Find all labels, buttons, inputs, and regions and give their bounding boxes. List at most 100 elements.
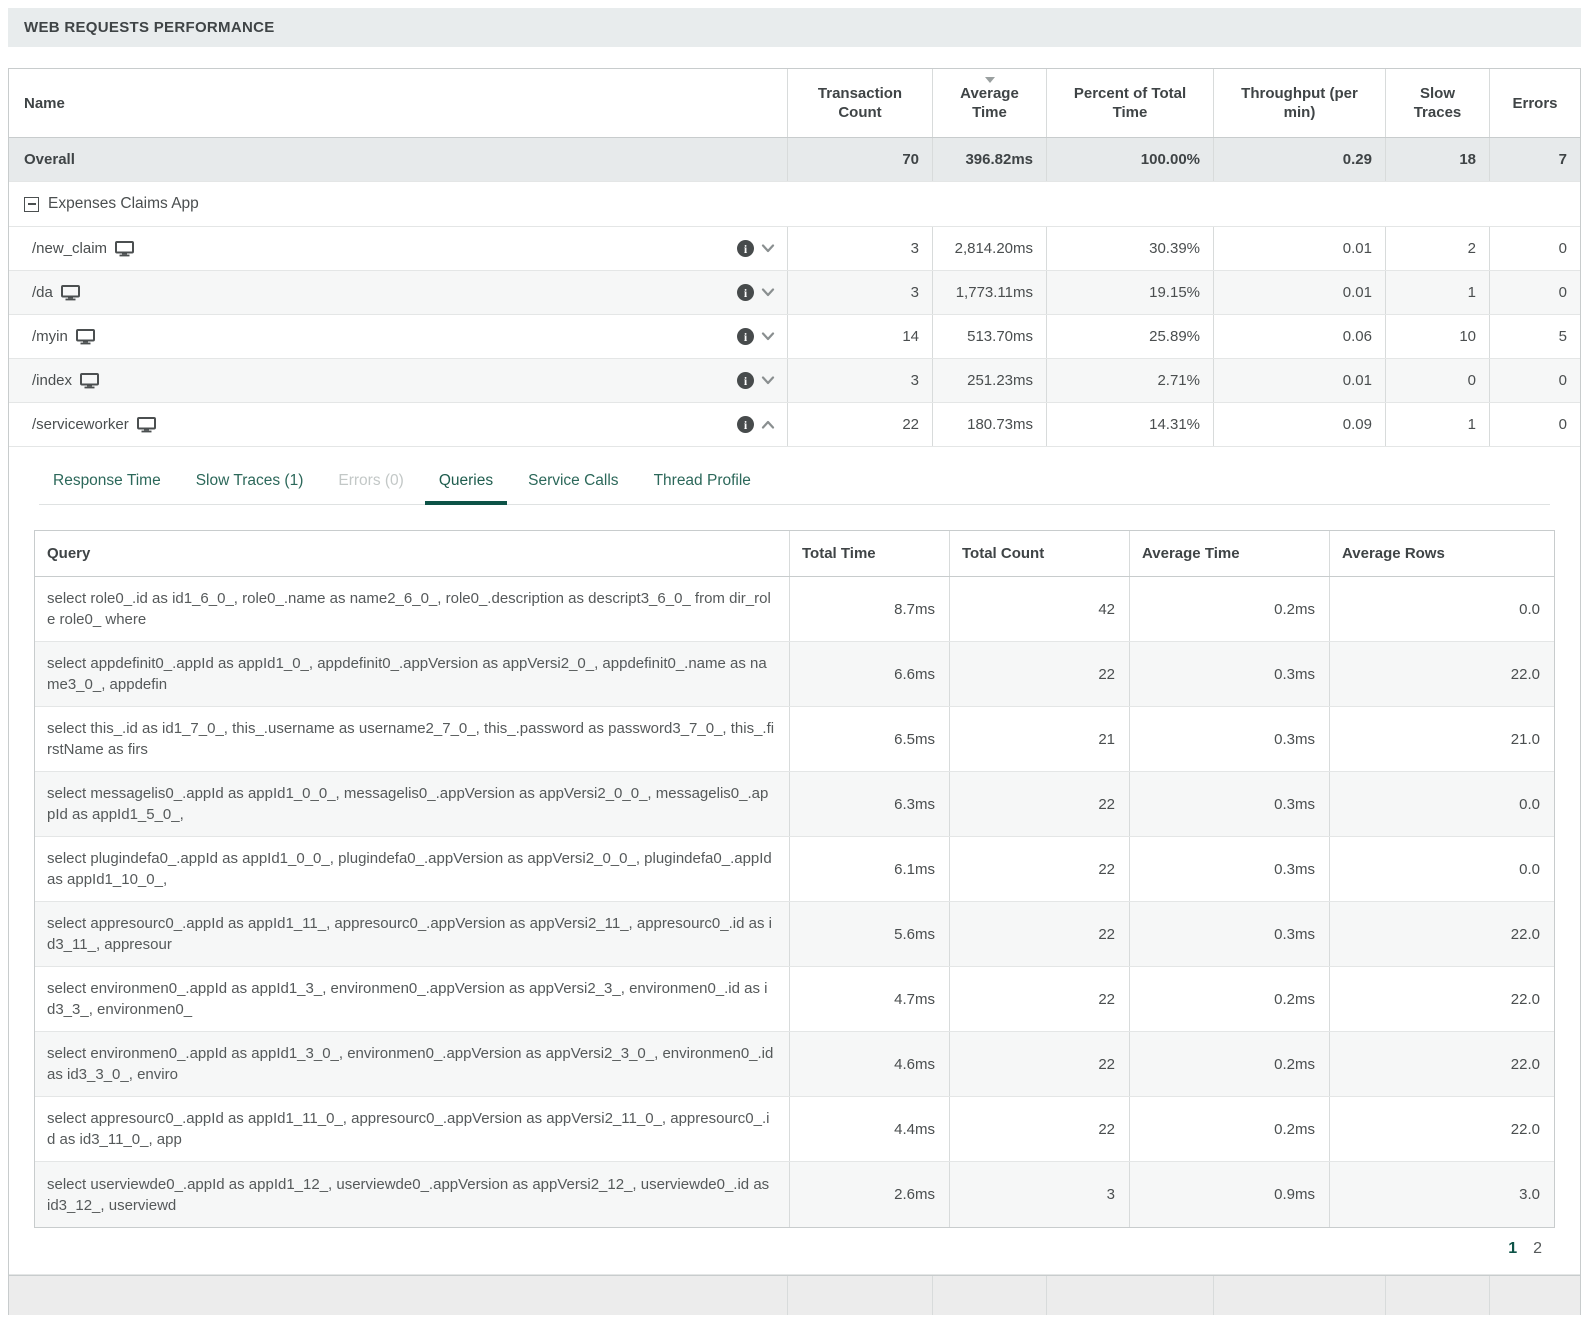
transaction-count: 22 xyxy=(787,403,932,446)
overall-slow-traces: 18 xyxy=(1385,138,1489,181)
column-header-throughput[interactable]: Throughput (per min) xyxy=(1213,69,1385,137)
query-average-time: 0.2ms xyxy=(1129,1097,1329,1161)
transaction-count: 14 xyxy=(787,315,932,358)
query-row: select userviewde0_.appId as appId1_12_,… xyxy=(35,1162,1554,1227)
transaction-row-da: /dai31,773.11ms19.15%0.0110 xyxy=(9,271,1580,315)
percent-of-total-time: 19.15% xyxy=(1046,271,1213,314)
pagination: 1 2 xyxy=(9,1240,1542,1258)
query-total-time: 6.6ms xyxy=(789,642,949,706)
transaction-name[interactable]: /serviceworker xyxy=(32,416,129,433)
column-header-slow-traces[interactable]: Slow Traces xyxy=(1385,69,1489,137)
query-average-time: 0.2ms xyxy=(1129,1032,1329,1096)
query-average-time: 0.3ms xyxy=(1129,772,1329,836)
queries-table: Query Total Time Total Count Average Tim… xyxy=(34,530,1555,1228)
query-total-count: 22 xyxy=(949,837,1129,901)
column-header-errors[interactable]: Errors xyxy=(1489,69,1580,137)
group-row-expenses-claims-app[interactable]: Expenses Claims App xyxy=(9,182,1580,227)
query-text: select environmen0_.appId as appId1_3_, … xyxy=(35,967,789,1031)
query-text: select this_.id as id1_7_0_, this_.usern… xyxy=(35,707,789,771)
query-average-time: 0.3ms xyxy=(1129,642,1329,706)
transactions-table: Name Transaction Count Average Time Perc… xyxy=(8,68,1581,1315)
query-average-rows: 3.0 xyxy=(1329,1162,1554,1227)
column-header-average-time[interactable]: Average Time xyxy=(932,69,1046,137)
average-time: 2,814.20ms xyxy=(932,227,1046,270)
monitor-icon xyxy=(137,417,156,433)
query-total-time: 6.5ms xyxy=(789,707,949,771)
query-total-count: 22 xyxy=(949,967,1129,1031)
overall-percent-of-total-time: 100.00% xyxy=(1046,138,1213,181)
query-row: select appresourc0_.appId as appId1_11_,… xyxy=(35,902,1554,967)
slow-traces: 10 xyxy=(1385,315,1489,358)
pagination-page-2[interactable]: 2 xyxy=(1533,1240,1542,1258)
info-icon[interactable]: i xyxy=(737,284,754,301)
query-total-count: 42 xyxy=(949,577,1129,641)
detail-tabs: Response TimeSlow Traces (1)Errors (0)Qu… xyxy=(39,461,1550,505)
query-average-rows: 0.0 xyxy=(1329,837,1554,901)
web-requests-performance-panel: WEB REQUESTS PERFORMANCE Name Transactio… xyxy=(8,8,1581,1315)
query-total-count: 22 xyxy=(949,902,1129,966)
info-icon[interactable]: i xyxy=(737,416,754,433)
transaction-name[interactable]: /new_claim xyxy=(32,240,107,257)
throughput: 0.01 xyxy=(1213,227,1385,270)
transaction-name[interactable]: /da xyxy=(32,284,53,301)
monitor-icon xyxy=(61,285,80,301)
errors: 0 xyxy=(1489,359,1580,402)
percent-of-total-time: 30.39% xyxy=(1046,227,1213,270)
info-icon[interactable]: i xyxy=(737,240,754,257)
chevron-down-icon[interactable] xyxy=(761,288,775,297)
query-total-count: 3 xyxy=(949,1162,1129,1227)
query-row: select role0_.id as id1_6_0_, role0_.nam… xyxy=(35,577,1554,642)
transaction-name[interactable]: /index xyxy=(32,372,72,389)
chevron-down-icon[interactable] xyxy=(761,376,775,385)
tab-response-time[interactable]: Response Time xyxy=(39,461,175,505)
query-total-time: 4.7ms xyxy=(789,967,949,1031)
chevron-down-icon[interactable] xyxy=(761,244,775,253)
average-time: 180.73ms xyxy=(932,403,1046,446)
column-header-total-time: Total Time xyxy=(789,531,949,576)
query-total-time: 5.6ms xyxy=(789,902,949,966)
query-average-rows: 22.0 xyxy=(1329,642,1554,706)
query-row: select appresourc0_.appId as appId1_11_0… xyxy=(35,1097,1554,1162)
errors: 0 xyxy=(1489,271,1580,314)
slow-traces: 0 xyxy=(1385,359,1489,402)
average-time: 1,773.11ms xyxy=(932,271,1046,314)
tab-thread-profile[interactable]: Thread Profile xyxy=(640,461,765,505)
query-row: select this_.id as id1_7_0_, this_.usern… xyxy=(35,707,1554,772)
query-total-time: 4.4ms xyxy=(789,1097,949,1161)
info-icon[interactable]: i xyxy=(737,372,754,389)
column-header-name[interactable]: Name xyxy=(9,69,787,137)
query-average-time: 0.3ms xyxy=(1129,707,1329,771)
query-text: select environmen0_.appId as appId1_3_0_… xyxy=(35,1032,789,1096)
overall-row: Overall 70 396.82ms 100.00% 0.29 18 7 xyxy=(9,138,1580,182)
query-average-rows: 0.0 xyxy=(1329,577,1554,641)
tab-service-calls[interactable]: Service Calls xyxy=(514,461,632,505)
chevron-down-icon[interactable] xyxy=(761,332,775,341)
transaction-count: 3 xyxy=(787,359,932,402)
overall-average-time: 396.82ms xyxy=(932,138,1046,181)
info-icon[interactable]: i xyxy=(737,328,754,345)
query-average-rows: 0.0 xyxy=(1329,772,1554,836)
column-header-transaction-count[interactable]: Transaction Count xyxy=(787,69,932,137)
tab-queries[interactable]: Queries xyxy=(425,461,507,505)
collapse-icon[interactable] xyxy=(24,197,39,212)
column-header-percent-of-total-time[interactable]: Percent of Total Time xyxy=(1046,69,1213,137)
query-total-count: 22 xyxy=(949,772,1129,836)
tab-errors-0: Errors (0) xyxy=(324,461,417,505)
pagination-page-1[interactable]: 1 xyxy=(1508,1240,1517,1258)
query-total-count: 21 xyxy=(949,707,1129,771)
row-controls: i xyxy=(737,416,775,433)
query-total-time: 6.3ms xyxy=(789,772,949,836)
transaction-row-index: /indexi3251.23ms2.71%0.0100 xyxy=(9,359,1580,403)
percent-of-total-time: 2.71% xyxy=(1046,359,1213,402)
row-controls: i xyxy=(737,240,775,257)
throughput: 0.01 xyxy=(1213,359,1385,402)
throughput: 0.09 xyxy=(1213,403,1385,446)
tab-slow-traces-1[interactable]: Slow Traces (1) xyxy=(182,461,318,505)
query-total-time: 4.6ms xyxy=(789,1032,949,1096)
transaction-name[interactable]: /myin xyxy=(32,328,68,345)
errors: 0 xyxy=(1489,227,1580,270)
query-total-time: 6.1ms xyxy=(789,837,949,901)
transaction-count: 3 xyxy=(787,271,932,314)
chevron-up-icon[interactable] xyxy=(761,420,775,429)
query-text: select appresourc0_.appId as appId1_11_,… xyxy=(35,902,789,966)
